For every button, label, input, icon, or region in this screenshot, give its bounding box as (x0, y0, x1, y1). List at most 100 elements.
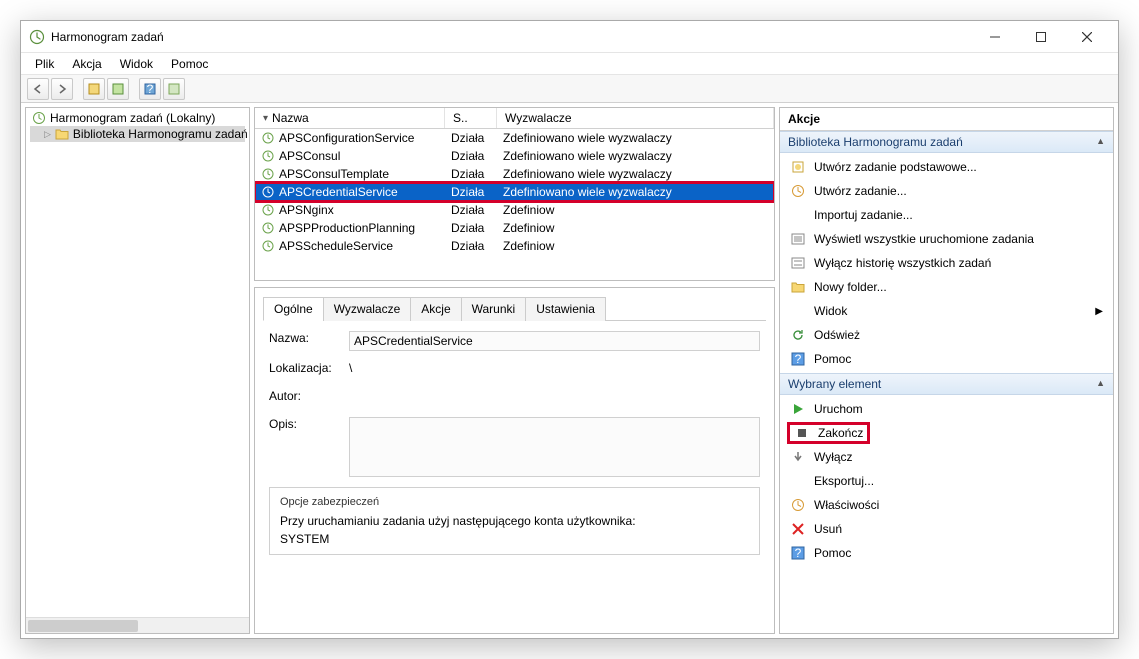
submenu-arrow-icon: ▶ (1095, 306, 1103, 317)
value-author (349, 389, 760, 407)
clock-icon (261, 167, 275, 181)
menu-file[interactable]: Plik (27, 55, 62, 73)
svg-text:?: ? (795, 546, 802, 560)
clock-icon (261, 221, 275, 235)
task-status: Działa (445, 221, 497, 235)
toolbar-btn-2[interactable] (107, 78, 129, 100)
menu-view[interactable]: Widok (112, 55, 161, 73)
clock-icon (261, 149, 275, 163)
toolbar: ? (21, 75, 1118, 103)
details-tabs: Ogólne Wyzwalacze Akcje Warunki Ustawien… (263, 296, 766, 321)
action-end[interactable]: Zakończ (788, 423, 869, 443)
toolbar-btn-1[interactable] (83, 78, 105, 100)
clock-icon (261, 239, 275, 253)
col-header-triggers[interactable]: Wyzwalacze (497, 108, 774, 128)
collapse-icon: ▲ (1096, 378, 1105, 388)
task-triggers: Zdefiniow (497, 221, 774, 235)
close-button[interactable] (1064, 22, 1110, 52)
delete-icon (790, 521, 806, 537)
task-triggers: Zdefiniowano wiele wyzwalaczy (497, 167, 774, 181)
col-header-status[interactable]: S.. (445, 108, 497, 128)
menu-action[interactable]: Akcja (64, 55, 109, 73)
actions-pane: Akcje Biblioteka Harmonogramu zadań ▲ Ut… (779, 107, 1114, 634)
tree-hscrollbar[interactable] (26, 617, 249, 633)
task-row[interactable]: APSScheduleServiceDziałaZdefiniow (255, 237, 774, 255)
center-pane: ▾Nazwa S.. Wyzwalacze APSConfigurationSe… (254, 107, 775, 634)
task-row[interactable]: APSConfigurationServiceDziałaZdefiniowan… (255, 129, 774, 147)
action-export[interactable]: Eksportuj... (780, 469, 1113, 493)
task-row[interactable]: APSConsulTemplateDziałaZdefiniowano wiel… (255, 165, 774, 183)
titlebar: Harmonogram zadań (21, 21, 1118, 53)
action-import[interactable]: Importuj zadanie... (780, 203, 1113, 227)
tab-general[interactable]: Ogólne (263, 297, 324, 321)
collapse-icon: ▲ (1096, 136, 1105, 146)
expand-icon[interactable]: ▷ (44, 129, 51, 140)
play-icon (790, 401, 806, 417)
task-name: APSConfigurationService (279, 131, 414, 145)
action-view[interactable]: Widok▶ (780, 299, 1113, 323)
clock-icon (32, 111, 46, 125)
value-location: \ (349, 361, 760, 379)
wizard-icon (790, 159, 806, 175)
menu-help[interactable]: Pomoc (163, 55, 216, 73)
minimize-button[interactable] (972, 22, 1018, 52)
action-properties[interactable]: Właściwości (780, 493, 1113, 517)
task-triggers: Zdefiniow (497, 203, 774, 217)
tree-root[interactable]: Harmonogram zadań (Lokalny) (30, 110, 245, 126)
maximize-button[interactable] (1018, 22, 1064, 52)
tree-root-label: Harmonogram zadań (Lokalny) (50, 111, 215, 125)
task-triggers: Zdefiniow (497, 239, 774, 253)
tree-library-label: Biblioteka Harmonogramu zadań (73, 127, 248, 141)
action-new-folder[interactable]: Nowy folder... (780, 275, 1113, 299)
security-title: Opcje zabezpieczeń (280, 496, 749, 508)
action-show-running[interactable]: Wyświetl wszystkie uruchomione zadania (780, 227, 1113, 251)
nav-forward-button[interactable] (51, 78, 73, 100)
action-create[interactable]: Utwórz zadanie... (780, 179, 1113, 203)
actions-header: Akcje (780, 108, 1113, 131)
task-list: ▾Nazwa S.. Wyzwalacze APSConfigurationSe… (254, 107, 775, 281)
task-status: Działa (445, 185, 497, 199)
history-icon (790, 255, 806, 271)
col-header-name[interactable]: ▾Nazwa (255, 108, 445, 128)
tab-settings[interactable]: Ustawienia (525, 297, 606, 321)
action-create-basic[interactable]: Utwórz zadanie podstawowe... (780, 155, 1113, 179)
action-help-2[interactable]: ?Pomoc (780, 541, 1113, 565)
task-row[interactable]: APSCredentialServiceDziałaZdefiniowano w… (255, 183, 774, 201)
task-row[interactable]: APSConsulDziałaZdefiniowano wiele wyzwal… (255, 147, 774, 165)
actions-section-selected[interactable]: Wybrany element ▲ (780, 373, 1113, 395)
nav-back-button[interactable] (27, 78, 49, 100)
disable-icon (790, 449, 806, 465)
help-icon: ? (790, 351, 806, 367)
label-author: Autor: (269, 389, 339, 403)
tab-triggers[interactable]: Wyzwalacze (323, 297, 412, 321)
security-line1: Przy uruchamianiu zadania użyj następują… (280, 514, 749, 528)
menubar: Plik Akcja Widok Pomoc (21, 53, 1118, 75)
task-row[interactable]: APSPProductionPlanningDziałaZdefiniow (255, 219, 774, 237)
task-status: Działa (445, 149, 497, 163)
value-name: APSCredentialService (349, 331, 760, 351)
action-disable-history[interactable]: Wyłącz historię wszystkich zadań (780, 251, 1113, 275)
import-icon (790, 207, 806, 223)
task-name: APSConsulTemplate (279, 167, 389, 181)
folder-icon (55, 127, 69, 141)
label-description: Opis: (269, 417, 339, 431)
label-name: Nazwa: (269, 331, 339, 345)
action-disable[interactable]: Wyłącz (780, 445, 1113, 469)
security-options: Opcje zabezpieczeń Przy uruchamianiu zad… (269, 487, 760, 555)
action-help-1[interactable]: ?Pomoc (780, 347, 1113, 371)
actions-section-library[interactable]: Biblioteka Harmonogramu zadań ▲ (780, 131, 1113, 153)
clock-icon (261, 131, 275, 145)
clock-icon (261, 203, 275, 217)
toolbar-help-button[interactable]: ? (139, 78, 161, 100)
task-status: Działa (445, 239, 497, 253)
action-run[interactable]: Uruchom (780, 397, 1113, 421)
tab-conditions[interactable]: Warunki (461, 297, 527, 321)
action-refresh[interactable]: Odśwież (780, 323, 1113, 347)
clock-icon (261, 185, 275, 199)
task-triggers: Zdefiniowano wiele wyzwalaczy (497, 185, 774, 199)
toolbar-btn-4[interactable] (163, 78, 185, 100)
action-delete[interactable]: Usuń (780, 517, 1113, 541)
task-row[interactable]: APSNginxDziałaZdefiniow (255, 201, 774, 219)
tab-actions[interactable]: Akcje (410, 297, 461, 321)
tree-library[interactable]: ▷ Biblioteka Harmonogramu zadań (30, 126, 245, 142)
